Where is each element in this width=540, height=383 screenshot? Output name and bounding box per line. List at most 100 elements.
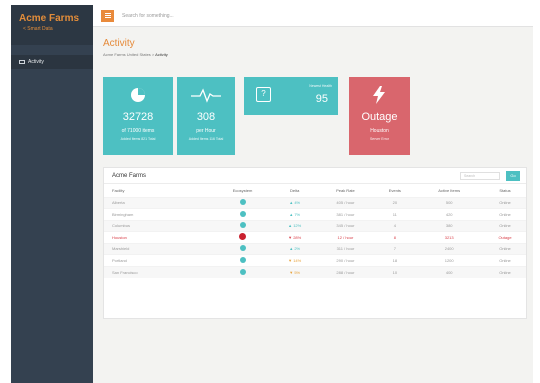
- facility-cell: San Francisco: [104, 265, 212, 278]
- topbar: Search for something...: [93, 5, 533, 27]
- facility-cell: Houston: [104, 231, 212, 243]
- panel-header: Acme Farms Search Go: [104, 168, 526, 184]
- lightning-icon: [373, 86, 385, 104]
- delta-cell: ▲ 4%: [273, 196, 316, 209]
- outage-tile[interactable]: Outage Houston Server Error: [349, 77, 410, 155]
- facilities-panel: Acme Farms Search Go Facility Ecosystem …: [103, 167, 527, 319]
- table-row[interactable]: Birmingham ▲ 7% 381 / hour 11 420 Online: [104, 208, 526, 220]
- events-cell: 7: [375, 242, 415, 255]
- table-row[interactable]: Columbus ▲ 12% 345 / hour 4 380 Online: [104, 219, 526, 232]
- delta-cell: ▲ 2%: [273, 242, 316, 255]
- status-cell: Online: [484, 265, 526, 278]
- items-cell: 380: [414, 219, 485, 232]
- breadcrumb: Acme Farms United States > Activity: [103, 52, 168, 57]
- col-header[interactable]: Peak Rate: [316, 184, 376, 197]
- panel-search-button[interactable]: Go: [506, 171, 520, 181]
- rate-cell: 345 / hour: [315, 219, 376, 232]
- delta-cell: ▲ 12%: [273, 219, 316, 232]
- items-cell: 420: [414, 208, 485, 220]
- delta-cell: ▲ 7%: [273, 208, 316, 220]
- panel-search-input[interactable]: Search: [460, 172, 500, 180]
- menu-toggle-button[interactable]: [101, 9, 114, 22]
- sidebar: Acme Farms < Smart Data Activity: [11, 5, 93, 383]
- rate-cell: 405 / hour: [315, 196, 376, 209]
- main-content: Search for something... Activity Acme Fa…: [93, 5, 533, 383]
- col-header[interactable]: Status: [484, 184, 526, 197]
- ecosystem-icon: [239, 210, 246, 217]
- items-cell: 2400: [414, 242, 485, 255]
- page-title: Activity: [103, 38, 135, 49]
- events-cell: 10: [375, 265, 415, 278]
- health-label: Newest Health: [309, 84, 332, 88]
- delta-cell: ▼ 28%: [273, 231, 316, 243]
- events-cell: 11: [375, 208, 415, 220]
- items-cell: 1200: [414, 254, 485, 266]
- ecosystem-icon: [239, 256, 246, 263]
- items-cell: 500: [414, 196, 485, 209]
- ecosystem-icon: [239, 199, 246, 206]
- breadcrumb-root[interactable]: Acme Farms United States: [103, 52, 151, 57]
- delta-cell: ▼ 14%: [273, 254, 316, 266]
- col-header[interactable]: Delta: [274, 184, 316, 197]
- events-cell: 4: [375, 219, 415, 232]
- rate-cell: 288 / hour: [315, 265, 376, 278]
- table-header-row: Facility Ecosystem Delta Peak Rate Event…: [104, 184, 526, 197]
- status-cell: Outage: [484, 231, 526, 243]
- status-cell: Online: [484, 254, 526, 266]
- table-row[interactable]: Marshield ▲ 2% 311 / hour 7 2400 Online: [104, 242, 526, 255]
- search-input[interactable]: Search for something...: [122, 13, 174, 19]
- status-cell: Online: [484, 196, 526, 209]
- outage-location: Houston: [370, 128, 389, 134]
- table-row[interactable]: Alberta ▲ 4% 405 / hour 20 500 Online: [104, 196, 526, 209]
- outage-sub: Server Error: [369, 137, 390, 141]
- heartbeat-icon: [191, 88, 221, 103]
- sidebar-item-activity[interactable]: Activity: [11, 55, 93, 69]
- rate-cell: 290 / hour: [315, 254, 376, 266]
- rate-value: 308: [196, 111, 216, 123]
- items-tile[interactable]: 32728 of 71000 items Added Items 821 Tot…: [103, 77, 173, 155]
- items-count: 32728: [122, 111, 154, 123]
- facility-cell: Columbus: [104, 219, 212, 232]
- status-cell: Online: [484, 208, 526, 220]
- facility-cell: Marshield: [104, 242, 212, 255]
- delta-cell: ▼ 5%: [273, 265, 316, 278]
- rate-cell: 311 / hour: [315, 242, 376, 255]
- items-sub: Added Items 821 Total: [120, 137, 156, 141]
- status-cell: Online: [484, 219, 526, 232]
- brand: Acme Farms < Smart Data: [11, 5, 93, 45]
- items-cell: 400: [414, 265, 485, 278]
- ecosystem-icon: [239, 268, 246, 275]
- col-header[interactable]: Events: [375, 184, 414, 197]
- panel-title: Acme Farms: [112, 172, 147, 179]
- help-icon: ?: [256, 87, 271, 102]
- table-row[interactable]: San Francisco ▼ 5% 288 / hour 10 400 Onl…: [104, 265, 526, 278]
- brand-title[interactable]: Acme Farms: [19, 13, 93, 24]
- outage-title: Outage: [361, 111, 398, 123]
- facility-cell: Portland: [104, 254, 212, 266]
- col-header[interactable]: Facility: [104, 184, 211, 197]
- events-cell: 8: [375, 231, 415, 243]
- health-tile[interactable]: ? Newest Health 95: [244, 77, 338, 115]
- ecosystem-alert-icon: [239, 233, 247, 241]
- table-row[interactable]: Portland ▼ 14% 290 / hour 18 1200 Online: [104, 254, 526, 266]
- brand-subtitle: < Smart Data: [23, 26, 53, 32]
- app-frame: Acme Farms < Smart Data Activity Search …: [11, 5, 533, 383]
- col-header[interactable]: Active Items: [414, 184, 484, 197]
- hamburger-icon: [104, 13, 111, 14]
- breadcrumb-current: Activity: [155, 52, 168, 57]
- rate-cell: 381 / hour: [315, 208, 376, 220]
- rate-label: per Hour: [196, 128, 216, 134]
- ecosystem-icon: [239, 222, 246, 229]
- events-cell: 20: [375, 196, 415, 209]
- chart-icon: [19, 60, 25, 64]
- pie-chart-icon: [131, 88, 145, 102]
- health-value: 95: [315, 93, 328, 105]
- col-header[interactable]: Ecosystem: [211, 184, 274, 197]
- items-cell: 3213: [414, 231, 485, 243]
- rate-cell: 12 / hour: [315, 231, 376, 243]
- rate-tile[interactable]: 308 per Hour Added Items 116 Total: [177, 77, 235, 155]
- table-row[interactable]: Houston ▼ 28% 12 / hour 8 3213 Outage: [104, 231, 526, 243]
- facilities-table: Facility Ecosystem Delta Peak Rate Event…: [104, 184, 526, 278]
- facility-cell: Alberta: [104, 196, 212, 209]
- sidebar-item-label: Activity: [28, 59, 44, 65]
